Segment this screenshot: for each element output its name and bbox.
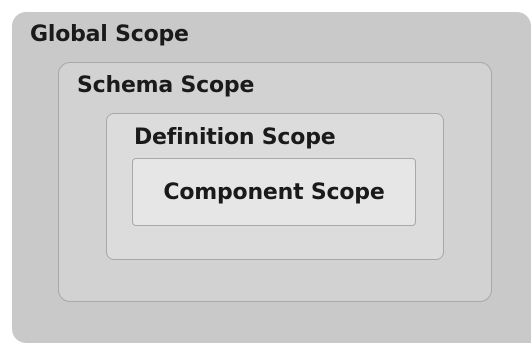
global-scope-label: Global Scope	[30, 22, 189, 47]
component-scope-label: Component Scope	[163, 179, 385, 205]
component-scope-box: Component Scope	[132, 158, 416, 226]
definition-scope-label: Definition Scope	[134, 125, 336, 150]
schema-scope-label: Schema Scope	[77, 73, 255, 98]
